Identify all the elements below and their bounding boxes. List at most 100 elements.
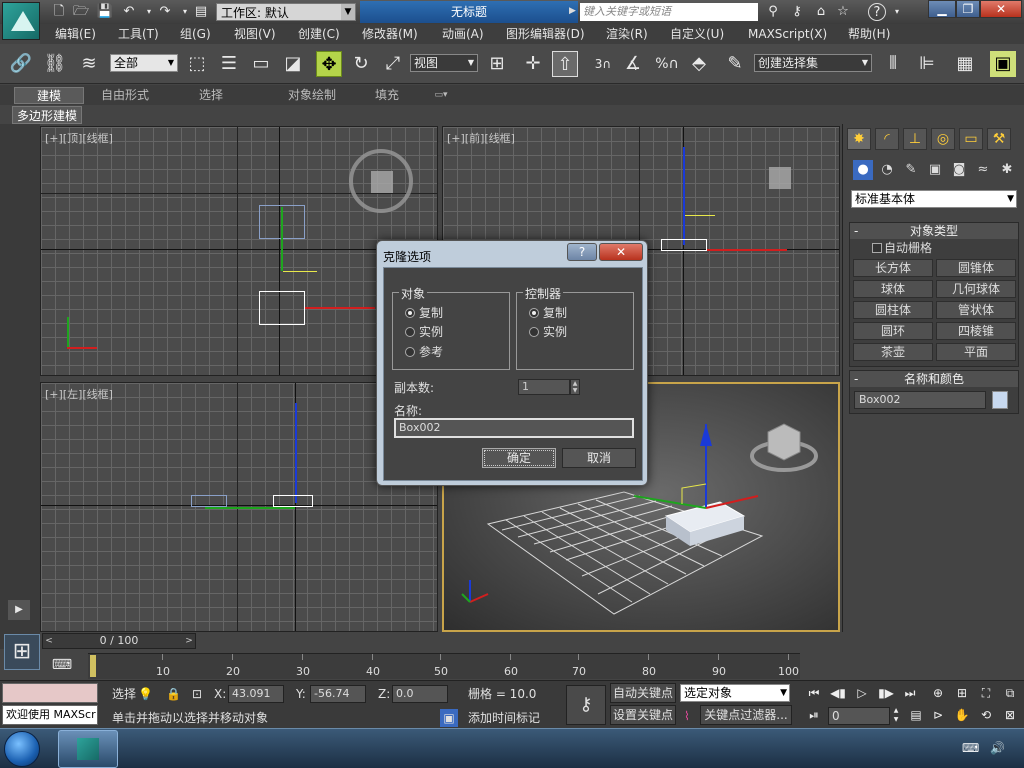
menu-maxscript[interactable]: MAXScript(X) — [748, 26, 827, 42]
key-filter-icon[interactable]: ⌇ — [684, 707, 690, 725]
zoom-icon[interactable]: ⊕ — [928, 684, 948, 702]
go-to-end-icon[interactable]: ⏭ — [900, 684, 920, 702]
autogrid-checkbox[interactable] — [872, 243, 882, 253]
ribbon-tab-object-paint[interactable]: 对象绘制 — [262, 87, 362, 104]
spinner-snap-icon[interactable]: ⬘ — [686, 51, 712, 77]
absolute-offset-icon[interactable]: ⊡ — [192, 685, 202, 703]
snaps-toggle-icon[interactable]: 3∩ — [590, 51, 616, 77]
object-type-header[interactable]: - 对象类型 — [850, 223, 1018, 239]
gizmo-plane-handle[interactable] — [283, 271, 317, 272]
workspace-selector[interactable]: 工作区: 默认 ▼ — [216, 3, 356, 21]
window-crossing-icon[interactable]: ◪ — [280, 51, 306, 77]
play-icon[interactable]: ▷ — [852, 684, 872, 702]
auto-key-button[interactable]: 自动关键点 — [610, 683, 676, 703]
select-object-icon[interactable]: ⬚ — [184, 51, 210, 77]
spinner-arrows-icon[interactable]: ▲ ▼ — [570, 379, 580, 395]
gizmo-y-axis[interactable] — [205, 507, 295, 509]
polygon-modeling-panel[interactable]: 多边形建模 — [12, 106, 82, 124]
utilities-tab-icon[interactable]: ⚒ — [987, 128, 1011, 150]
systems-icon[interactable]: ✱ — [997, 160, 1017, 180]
align-icon[interactable]: ⊫ — [914, 51, 940, 77]
time-tag-icon[interactable]: ▣ — [440, 709, 458, 727]
reference-coordinate-dropdown[interactable]: 视图 ▼ — [410, 54, 478, 72]
viewcube-icon[interactable] — [767, 423, 801, 461]
gizmo-x-axis[interactable] — [705, 495, 759, 509]
autogrid-checkbox-row[interactable]: 自动栅格 — [850, 239, 1018, 257]
taskbar-3dsmax-item[interactable] — [58, 730, 118, 768]
box-002-selected[interactable] — [661, 239, 707, 251]
zoom-extents-all-icon[interactable]: ⧉ — [1000, 684, 1020, 702]
close-button[interactable]: ✕ — [980, 0, 1022, 18]
geosphere-button[interactable]: 几何球体 — [936, 280, 1016, 298]
search-expand-icon[interactable]: ▶ — [569, 6, 576, 16]
copies-spinner-input[interactable]: 1 — [518, 379, 570, 395]
object-instance-radio[interactable]: 实例 — [405, 324, 443, 340]
object-reference-radio[interactable]: 参考 — [405, 344, 443, 360]
menu-help[interactable]: 帮助(H) — [848, 26, 890, 42]
volume-tray-icon[interactable]: 🔊 — [990, 741, 1005, 755]
time-configuration-icon[interactable]: ▤ — [906, 706, 926, 724]
box-002-selected[interactable] — [273, 495, 313, 507]
redo-icon[interactable]: ↷ — [156, 3, 174, 21]
ribbon-tab-selection[interactable]: 选择 — [176, 87, 246, 104]
select-by-name-icon[interactable]: ☰ — [216, 51, 242, 77]
menu-customize[interactable]: 自定义(U) — [670, 26, 724, 42]
undo-icon[interactable]: ↶ — [120, 3, 138, 21]
menu-view[interactable]: 视图(V) — [234, 26, 276, 42]
geometry-icon[interactable]: ● — [853, 160, 873, 180]
object-name-field[interactable]: Box002 — [854, 391, 986, 409]
cameras-icon[interactable]: ▣ — [925, 160, 945, 180]
help-icon[interactable]: ? — [868, 3, 886, 21]
communication-icon[interactable]: ⌂ — [812, 3, 830, 21]
viewport-label[interactable]: [+][顶][线框] — [45, 130, 113, 146]
key-mode-dropdown[interactable]: 选定对象 ▼ — [680, 684, 790, 702]
menu-rendering[interactable]: 渲染(R) — [606, 26, 648, 42]
expand-arrow-icon[interactable]: ▶ — [8, 600, 30, 620]
minimize-button[interactable]: ▁ — [928, 0, 956, 18]
x-coord-field[interactable]: 43.091 — [228, 685, 284, 703]
pan-hand-icon[interactable]: ✋ — [952, 706, 972, 724]
time-slider[interactable]: < 0 / 100 > — [42, 633, 196, 649]
box-button[interactable]: 长方体 — [853, 259, 933, 277]
new-file-icon[interactable]: 🗋 — [50, 3, 68, 21]
viewport-layout-icon[interactable]: ⊞ — [4, 634, 40, 670]
ribbon-options-icon[interactable]: ▭▾ — [428, 87, 454, 104]
orbit-icon[interactable]: ⟲ — [976, 706, 996, 724]
select-and-move-icon[interactable]: ✥ — [316, 51, 342, 77]
object-copy-radio[interactable]: 复制 — [405, 305, 443, 321]
modify-tab-icon[interactable]: ◜ — [875, 128, 899, 150]
maxscript-welcome-field[interactable]: 欢迎使用 MAXScr — [2, 705, 98, 725]
gizmo-x-axis[interactable] — [305, 307, 375, 309]
start-button[interactable] — [4, 731, 40, 767]
clone-name-input[interactable]: Box002 — [394, 418, 634, 438]
gizmo-x-axis[interactable] — [707, 249, 787, 251]
previous-key-icon[interactable]: ◀▮ — [828, 684, 848, 702]
gizmo-z-axis[interactable] — [683, 147, 685, 245]
angle-snap-icon[interactable]: ∡ — [620, 51, 646, 77]
keyboard-shortcut-override-icon[interactable]: ⇧ — [552, 51, 578, 77]
menu-graph-editors[interactable]: 图形编辑器(D) — [506, 26, 585, 42]
box-002-selected[interactable] — [259, 291, 305, 325]
cancel-button[interactable]: 取消 — [562, 448, 636, 468]
frame-spinner-icon[interactable]: ▲ ▼ — [890, 706, 902, 724]
field-of-view-icon[interactable]: ⊳ — [928, 706, 948, 724]
object-color-swatch[interactable] — [992, 391, 1008, 409]
menu-animation[interactable]: 动画(A) — [442, 26, 484, 42]
gizmo-plane-handle[interactable] — [685, 215, 715, 216]
viewport-label[interactable]: [+][前][线框] — [447, 130, 515, 146]
hierarchy-tab-icon[interactable]: ⊥ — [903, 128, 927, 150]
select-and-rotate-icon[interactable]: ↻ — [348, 51, 374, 77]
helpers-icon[interactable]: ◙ — [949, 160, 969, 180]
lights-icon[interactable]: ✎ — [901, 160, 921, 180]
rectangular-selection-icon[interactable]: ▭ — [248, 51, 274, 77]
viewport-label[interactable]: [+][左][线框] — [45, 386, 113, 402]
link-icon[interactable]: 🔗 — [8, 51, 34, 77]
maxscript-listener-mini[interactable] — [2, 683, 98, 703]
dialog-help-button[interactable]: ? — [567, 243, 597, 261]
isolate-selection-icon[interactable]: 💡 — [138, 685, 153, 703]
gizmo-z-axis[interactable] — [295, 403, 297, 503]
search-input[interactable]: 键入关键字或短语 — [580, 3, 758, 21]
key-mode-toggle-icon[interactable]: ⏯ — [804, 706, 824, 724]
display-tab-icon[interactable]: ▭ — [959, 128, 983, 150]
z-coord-field[interactable]: 0.0 — [392, 685, 448, 703]
